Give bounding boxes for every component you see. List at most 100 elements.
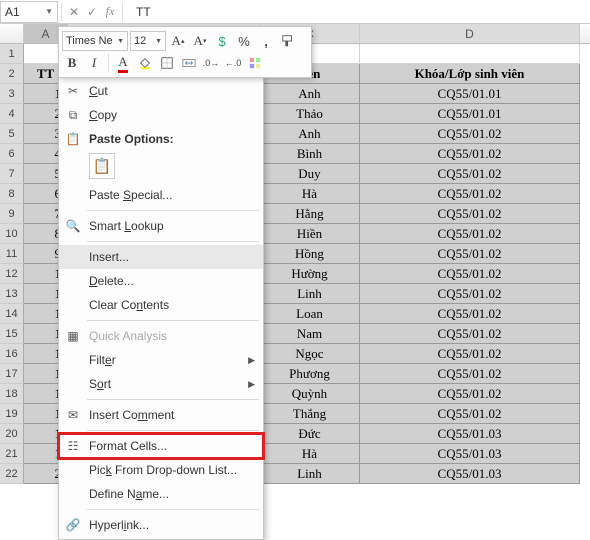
menu-delete[interactable]: Delete... <box>59 269 263 293</box>
cell[interactable]: CQ55/01.02 <box>360 164 580 184</box>
font-name-combo[interactable]: Times Ne▼ <box>62 31 128 51</box>
menu-define-name[interactable]: Define Name... <box>59 482 263 506</box>
increase-font-icon[interactable]: A▴ <box>168 31 188 51</box>
check-icon[interactable]: ✓ <box>83 5 101 19</box>
cell[interactable]: CQ55/01.03 <box>360 424 580 444</box>
cell[interactable]: CQ55/01.02 <box>360 304 580 324</box>
cell[interactable]: CQ55/01.02 <box>360 264 580 284</box>
select-all-corner[interactable] <box>0 24 24 43</box>
cell[interactable]: Hà <box>260 184 360 204</box>
cell[interactable]: CQ55/01.01 <box>360 84 580 104</box>
cell[interactable]: CQ55/01.02 <box>360 224 580 244</box>
cell[interactable]: CQ55/01.02 <box>360 204 580 224</box>
bold-icon[interactable]: B <box>62 53 82 73</box>
row-header[interactable]: 12 <box>0 264 24 284</box>
row-header[interactable]: 13 <box>0 284 24 304</box>
name-box[interactable]: A1 ▼ <box>0 1 58 23</box>
cell[interactable]: Ngọc <box>260 344 360 364</box>
menu-sort[interactable]: Sort▶ <box>59 372 263 396</box>
row-header[interactable]: 18 <box>0 384 24 404</box>
cell[interactable]: Hường <box>260 264 360 284</box>
cell[interactable]: CQ55/01.02 <box>360 364 580 384</box>
row-header[interactable]: 17 <box>0 364 24 384</box>
cell[interactable]: Duy <box>260 164 360 184</box>
cell[interactable]: Hằng <box>260 204 360 224</box>
fx-icon[interactable]: fx <box>101 4 119 19</box>
formula-value[interactable]: TT <box>126 5 151 19</box>
cancel-icon[interactable]: ✕ <box>65 5 83 19</box>
cell[interactable]: CQ55/01.02 <box>360 124 580 144</box>
menu-insert[interactable]: Insert... <box>59 245 263 269</box>
cell[interactable]: Linh <box>260 464 360 484</box>
cell[interactable]: Thảo <box>260 104 360 124</box>
menu-hyperlink[interactable]: 🔗Hyperlink... <box>59 513 263 537</box>
cell[interactable]: Hà <box>260 444 360 464</box>
decrease-font-icon[interactable]: A▾ <box>190 31 210 51</box>
cell[interactable]: Quỳnh <box>260 384 360 404</box>
cell[interactable]: Linh <box>260 284 360 304</box>
menu-copy[interactable]: ⧉Copy <box>59 103 263 127</box>
cell[interactable]: Nam <box>260 324 360 344</box>
paste-option-btn[interactable]: 📋 <box>89 153 115 179</box>
menu-format-cells[interactable]: ☷Format Cells... <box>59 434 263 458</box>
accounting-format-icon[interactable]: $ <box>212 31 232 51</box>
cell[interactable]: Anh <box>260 124 360 144</box>
italic-icon[interactable]: I <box>84 53 104 73</box>
row-header[interactable]: 5 <box>0 124 24 144</box>
row-header[interactable]: 7 <box>0 164 24 184</box>
font-color-icon[interactable]: A <box>113 53 133 73</box>
cell[interactable]: CQ55/01.02 <box>360 384 580 404</box>
borders-icon[interactable] <box>157 53 177 73</box>
cell[interactable]: CQ55/01.03 <box>360 464 580 484</box>
row-header[interactable]: 14 <box>0 304 24 324</box>
menu-insert-comment[interactable]: ✉Insert Comment <box>59 403 263 427</box>
row-header[interactable]: 19 <box>0 404 24 424</box>
percent-icon[interactable]: % <box>234 31 254 51</box>
row-header[interactable]: 20 <box>0 424 24 444</box>
menu-pick-dropdown[interactable]: Pick From Drop-down List... <box>59 458 263 482</box>
row-header[interactable]: 2 <box>0 64 24 84</box>
cell[interactable]: Loan <box>260 304 360 324</box>
menu-smart-lookup[interactable]: 🔍Smart Lookup <box>59 214 263 238</box>
row-header[interactable]: 21 <box>0 444 24 464</box>
row-header[interactable]: 8 <box>0 184 24 204</box>
row-header[interactable]: 10 <box>0 224 24 244</box>
font-size-combo[interactable]: 12▼ <box>130 31 166 51</box>
cell[interactable] <box>360 44 580 64</box>
menu-clear-contents[interactable]: Clear Contents <box>59 293 263 317</box>
format-painter-icon[interactable] <box>278 31 298 51</box>
cell[interactable]: CQ55/01.02 <box>360 244 580 264</box>
cell[interactable]: Phương <box>260 364 360 384</box>
cell[interactable]: Khóa/Lớp sinh viên <box>360 64 580 84</box>
row-header[interactable]: 6 <box>0 144 24 164</box>
row-header[interactable]: 1 <box>0 44 24 64</box>
cell[interactable]: CQ55/01.02 <box>360 284 580 304</box>
comma-icon[interactable]: , <box>256 31 276 51</box>
menu-paste-special[interactable]: Paste Special... <box>59 183 263 207</box>
row-header[interactable]: 11 <box>0 244 24 264</box>
row-header[interactable]: 3 <box>0 84 24 104</box>
row-header[interactable]: 4 <box>0 104 24 124</box>
cell[interactable]: Bình <box>260 144 360 164</box>
cell-styles-icon[interactable] <box>245 53 265 73</box>
increase-decimal-icon[interactable]: .0→ <box>201 53 221 73</box>
menu-cut[interactable]: ✂Cut <box>59 79 263 103</box>
row-header[interactable]: 22 <box>0 464 24 484</box>
menu-filter[interactable]: Filter▶ <box>59 348 263 372</box>
cell[interactable]: Hồng <box>260 244 360 264</box>
cell[interactable]: Anh <box>260 84 360 104</box>
cell[interactable]: CQ55/01.02 <box>360 404 580 424</box>
cell[interactable]: CQ55/01.02 <box>360 144 580 164</box>
cell[interactable]: CQ55/01.02 <box>360 324 580 344</box>
cell[interactable]: CQ55/01.02 <box>360 344 580 364</box>
fill-color-icon[interactable] <box>135 53 155 73</box>
cell[interactable]: Thắng <box>260 404 360 424</box>
row-header[interactable]: 15 <box>0 324 24 344</box>
decrease-decimal-icon[interactable]: ←.0 <box>223 53 243 73</box>
cell[interactable]: CQ55/01.02 <box>360 184 580 204</box>
col-header-d[interactable]: D <box>360 24 580 43</box>
cell[interactable]: Đức <box>260 424 360 444</box>
cell[interactable]: CQ55/01.03 <box>360 444 580 464</box>
row-header[interactable]: 16 <box>0 344 24 364</box>
cell[interactable]: CQ55/01.01 <box>360 104 580 124</box>
